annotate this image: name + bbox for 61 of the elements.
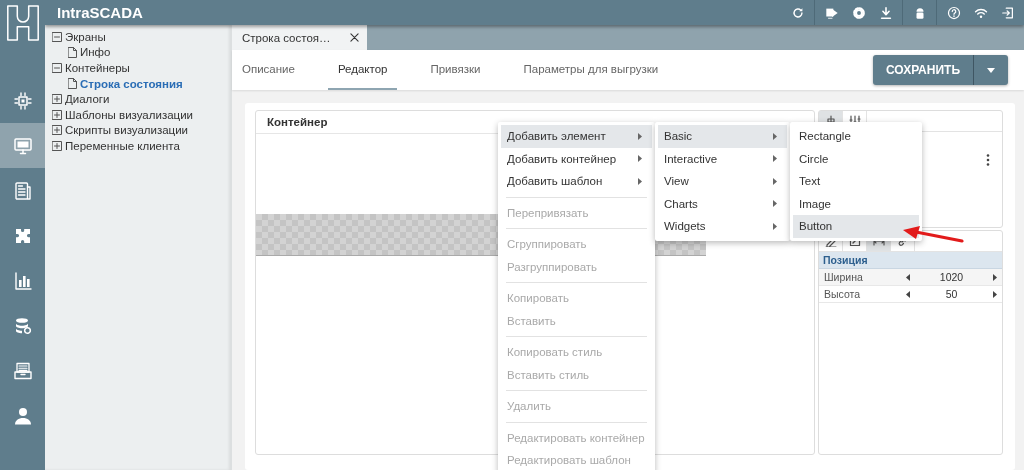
callout-arrow [903,226,964,243]
menu-item[interactable]: View [658,170,787,193]
close-icon[interactable] [350,33,359,42]
expand-icon[interactable] [52,125,62,136]
document-tab-title: Строка состоя… [242,31,331,44]
app-title: IntraSCADA [56,4,144,21]
monitor-icon [12,135,33,156]
tree-item[interactable]: Контейнеры [65,62,130,74]
document-tab[interactable]: Строка состоя… [232,25,367,50]
menu-item[interactable]: Interactive [658,147,787,170]
menu-item[interactable]: Rectangle [793,125,919,148]
user-icon [12,405,33,426]
menu-item[interactable]: Button [793,215,919,238]
help-icon [946,5,961,20]
expand-icon[interactable] [52,140,62,151]
tree-item[interactable]: Переменные клиента [65,139,180,152]
menu-item[interactable]: Добавить контейнер [501,147,652,170]
menu-item[interactable]: Charts [658,192,787,215]
menu-item[interactable]: Text [793,170,919,193]
tree-item[interactable]: Диалоги [65,93,110,106]
collapse-icon[interactable] [52,31,62,42]
tree-item[interactable]: Инфо [80,46,111,59]
file-icon [68,78,77,90]
tab[interactable]: Параметры для выгрузки [513,50,669,90]
expand-icon[interactable] [52,109,62,120]
caret-down-icon [987,67,995,73]
menu-item[interactable]: Добавить элемент [501,125,652,148]
tab[interactable]: Описание [232,50,305,90]
panel-title: Контейнер [267,116,328,128]
chip-icon [12,90,33,111]
property-value[interactable]: 1020 [915,271,988,283]
tree-item[interactable]: Шаблоны визуализации [65,108,193,121]
tab[interactable]: Привязки [420,50,491,90]
menu-item[interactable]: Добавить шаблон [501,170,652,193]
increase-icon[interactable] [993,273,997,281]
menu-item[interactable]: Basic [658,125,787,148]
refresh-icon [790,5,805,20]
increase-icon[interactable] [993,290,997,298]
property-name: Ширина [823,271,864,283]
more-icon[interactable] [986,154,990,166]
decrease-icon[interactable] [906,273,910,281]
section-header: Позиция [819,252,1002,269]
tree-item[interactable]: Скрипты визуализации [65,124,189,137]
tab[interactable]: Редактор [327,50,398,90]
decrease-icon[interactable] [906,290,910,298]
menu-item[interactable]: Image [793,192,919,215]
tree-item[interactable]: Строка состояния [80,77,183,90]
collapse-icon[interactable] [52,63,62,73]
archive-icon [12,360,33,381]
tree-item[interactable]: Экраны [65,30,106,43]
property-value[interactable]: 50 [915,288,988,300]
property-name: Высота [823,288,862,300]
expand-icon[interactable] [52,94,62,105]
monitor-nav-button[interactable] [0,123,45,168]
file-icon [68,46,77,58]
bar-chart-icon [12,270,33,291]
logout-icon [1000,5,1015,20]
menu-item[interactable]: Widgets [658,215,787,238]
menu-item[interactable]: Circle [793,147,919,170]
document-icon [12,180,33,201]
download-icon [878,5,893,20]
